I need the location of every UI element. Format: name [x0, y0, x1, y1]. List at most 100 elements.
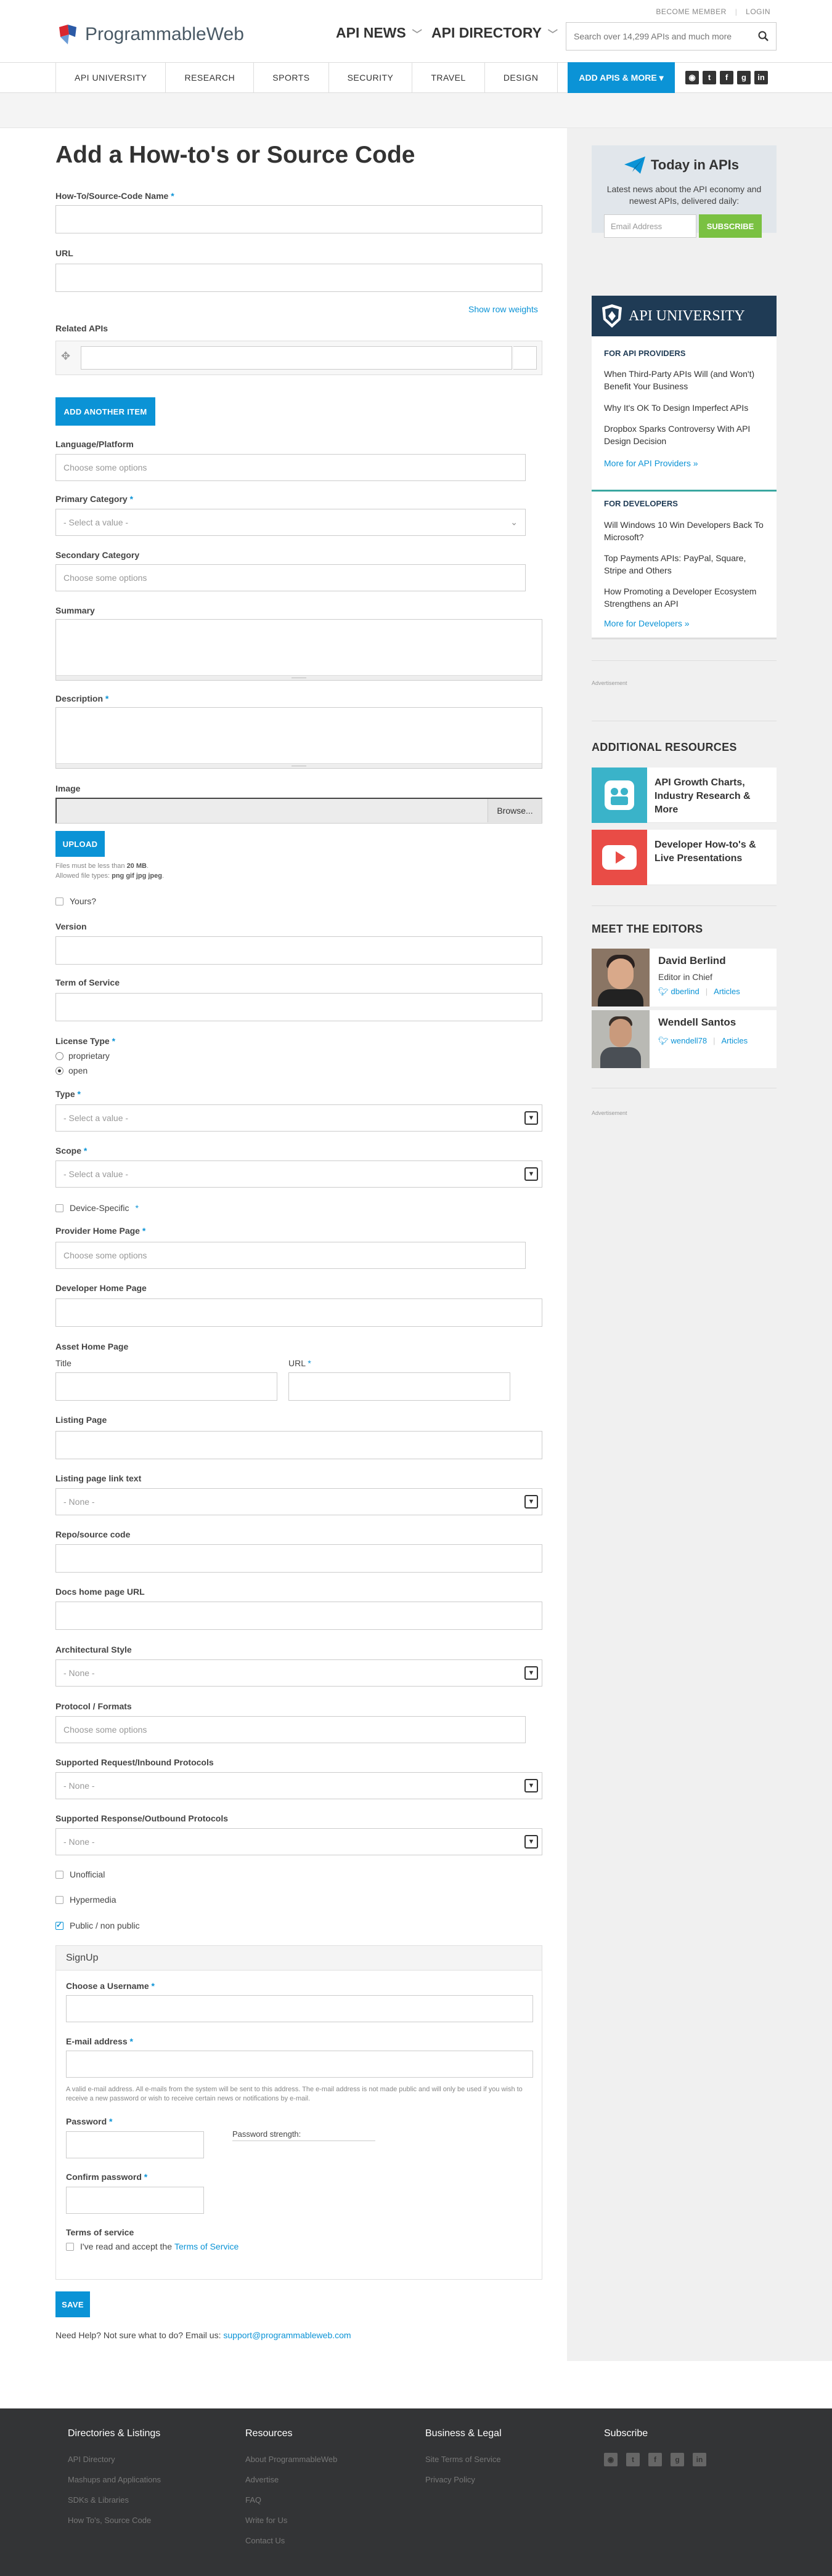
description-textarea[interactable]	[55, 707, 542, 769]
yours-checkbox[interactable]: Yours?	[55, 896, 96, 906]
providers-article-3[interactable]: Dropbox Sparks Controversy With API Desi…	[604, 423, 764, 447]
version-input[interactable]	[55, 936, 542, 965]
subnav-sports[interactable]: SPORTS	[253, 63, 328, 92]
password-input[interactable]	[66, 2131, 204, 2158]
asset-title-input[interactable]	[55, 1372, 277, 1401]
asset-url-input[interactable]	[288, 1372, 510, 1401]
unofficial-checkbox[interactable]: Unofficial	[55, 1869, 105, 1879]
image-file-input[interactable]: Browse...	[55, 798, 542, 824]
help-email-link[interactable]: support@programmableweb.com	[223, 2330, 351, 2340]
listing-page-input[interactable]	[55, 1431, 542, 1459]
radio[interactable]	[55, 1066, 63, 1075]
editor-twitter-link[interactable]: wendell78	[671, 1036, 708, 1046]
resize-grip[interactable]	[56, 675, 542, 680]
repo-input[interactable]	[55, 1544, 542, 1573]
protocol-select[interactable]: Choose some options	[55, 1716, 526, 1743]
linkedin-icon[interactable]: in	[693, 2453, 706, 2466]
google-plus-icon[interactable]: g	[737, 71, 751, 84]
tos-checkbox[interactable]: I've read and accept the Terms of Service	[66, 2242, 239, 2251]
subnav-travel[interactable]: TRAVEL	[412, 63, 484, 92]
type-select[interactable]: - Select a value - ▼	[55, 1104, 542, 1132]
response-protocols-select[interactable]: - None - ▼	[55, 1828, 542, 1855]
show-row-weights-link[interactable]: Show row weights	[468, 304, 538, 314]
logo[interactable]: ProgrammableWeb	[55, 22, 244, 47]
subnav-api-university[interactable]: API UNIVERSITY	[55, 63, 165, 92]
twitter-icon[interactable]: t	[626, 2453, 640, 2466]
docs-input[interactable]	[55, 1602, 542, 1630]
resource-research-card[interactable]: API Growth Charts, Industry Research & M…	[592, 768, 777, 823]
license-open-radio[interactable]: open	[55, 1066, 88, 1075]
developers-article-3[interactable]: How Promoting a Developer Ecosystem Stre…	[604, 585, 764, 610]
footer-link[interactable]: Mashups and Applications	[68, 2475, 161, 2484]
hypermedia-checkbox[interactable]: Hypermedia	[55, 1895, 116, 1905]
newsletter-email-input[interactable]: Email Address	[604, 214, 696, 238]
name-input[interactable]	[55, 205, 542, 233]
search-button[interactable]	[751, 23, 776, 50]
providers-more-link[interactable]: More for API Providers »	[604, 458, 698, 468]
editor-articles-link[interactable]: Articles	[721, 1036, 748, 1046]
footer-link[interactable]: Advertise	[245, 2475, 279, 2484]
nav-api-news[interactable]: API NEWS ﹀	[336, 25, 422, 41]
nav-api-directory[interactable]: API DIRECTORY ﹀	[431, 25, 558, 41]
drag-handle-icon[interactable]: ✥	[61, 350, 70, 363]
linkedin-icon[interactable]: in	[754, 71, 768, 84]
editor-articles-link[interactable]: Articles	[714, 987, 740, 997]
providers-article-2[interactable]: Why It's OK To Design Imperfect APIs	[604, 402, 764, 414]
facebook-icon[interactable]: f	[720, 71, 733, 84]
checkbox[interactable]	[66, 2242, 74, 2251]
footer-link[interactable]: Privacy Policy	[425, 2475, 475, 2484]
avatar[interactable]	[592, 949, 650, 1007]
login-link[interactable]: LOGIN	[746, 7, 770, 16]
resize-grip[interactable]	[56, 763, 542, 768]
editor-name[interactable]: Wendell Santos	[658, 1016, 736, 1029]
provider-home-select[interactable]: Choose some options	[55, 1242, 526, 1269]
public-checkbox[interactable]: Public / non public	[55, 1921, 140, 1930]
footer-link[interactable]: FAQ	[245, 2495, 261, 2505]
checkbox[interactable]	[55, 1870, 63, 1879]
footer-link[interactable]: Contact Us	[245, 2536, 285, 2545]
url-input[interactable]	[55, 264, 542, 292]
rss-icon[interactable]: ◉	[604, 2453, 618, 2466]
subscribe-button[interactable]: SUBSCRIBE	[699, 214, 762, 238]
upload-button[interactable]: UPLOAD	[55, 831, 105, 857]
tos-link[interactable]: Terms of Service	[174, 2242, 239, 2251]
developers-more-link[interactable]: More for Developers »	[604, 618, 690, 628]
device-specific-checkbox[interactable]: Device-Specific *	[55, 1203, 139, 1213]
avatar[interactable]	[592, 1010, 650, 1068]
facebook-icon[interactable]: f	[648, 2453, 662, 2466]
checkbox[interactable]	[55, 1204, 63, 1212]
summary-textarea[interactable]	[55, 619, 542, 681]
editor-name[interactable]: David Berlind	[658, 955, 726, 967]
add-another-item-button[interactable]: ADD ANOTHER ITEM	[55, 397, 155, 426]
footer-link[interactable]: Site Terms of Service	[425, 2455, 501, 2464]
arch-select[interactable]: - None - ▼	[55, 1659, 542, 1687]
developers-article-1[interactable]: Will Windows 10 Win Developers Back To M…	[604, 519, 764, 543]
developers-article-2[interactable]: Top Payments APIs: PayPal, Square, Strip…	[604, 552, 764, 577]
scope-select[interactable]: - Select a value - ▼	[55, 1160, 542, 1188]
developer-home-input[interactable]	[55, 1298, 542, 1327]
radio[interactable]	[55, 1051, 63, 1060]
save-button[interactable]: SAVE	[55, 2291, 90, 2317]
email-input[interactable]	[66, 2051, 533, 2078]
add-apis-button[interactable]: ADD APIS & MORE ▾	[568, 62, 675, 93]
listing-link-text-select[interactable]: - None - ▼	[55, 1488, 542, 1515]
editor-twitter-link[interactable]: dberlind	[671, 987, 699, 997]
username-input[interactable]	[66, 1995, 533, 2022]
checkbox[interactable]	[55, 1921, 63, 1930]
footer-link[interactable]: Write for Us	[245, 2516, 287, 2525]
confirm-password-input[interactable]	[66, 2187, 204, 2214]
footer-link[interactable]: SDKs & Libraries	[68, 2495, 129, 2505]
browse-button[interactable]: Browse...	[487, 799, 542, 822]
google-plus-icon[interactable]: g	[671, 2453, 684, 2466]
primary-category-select[interactable]: - Select a value - ⌄	[55, 509, 526, 536]
related-api-input[interactable]	[81, 346, 512, 370]
footer-link[interactable]: About ProgrammableWeb	[245, 2455, 337, 2464]
secondary-category-select[interactable]: Choose some options	[55, 564, 526, 591]
terms-input[interactable]	[55, 993, 542, 1021]
footer-link[interactable]: API Directory	[68, 2455, 115, 2464]
search-input[interactable]	[566, 23, 751, 50]
providers-article-1[interactable]: When Third-Party APIs Will (and Won't) B…	[604, 368, 764, 392]
subnav-design[interactable]: DESIGN	[484, 63, 558, 92]
checkbox[interactable]	[55, 1895, 63, 1904]
subnav-research[interactable]: RESEARCH	[165, 63, 253, 92]
